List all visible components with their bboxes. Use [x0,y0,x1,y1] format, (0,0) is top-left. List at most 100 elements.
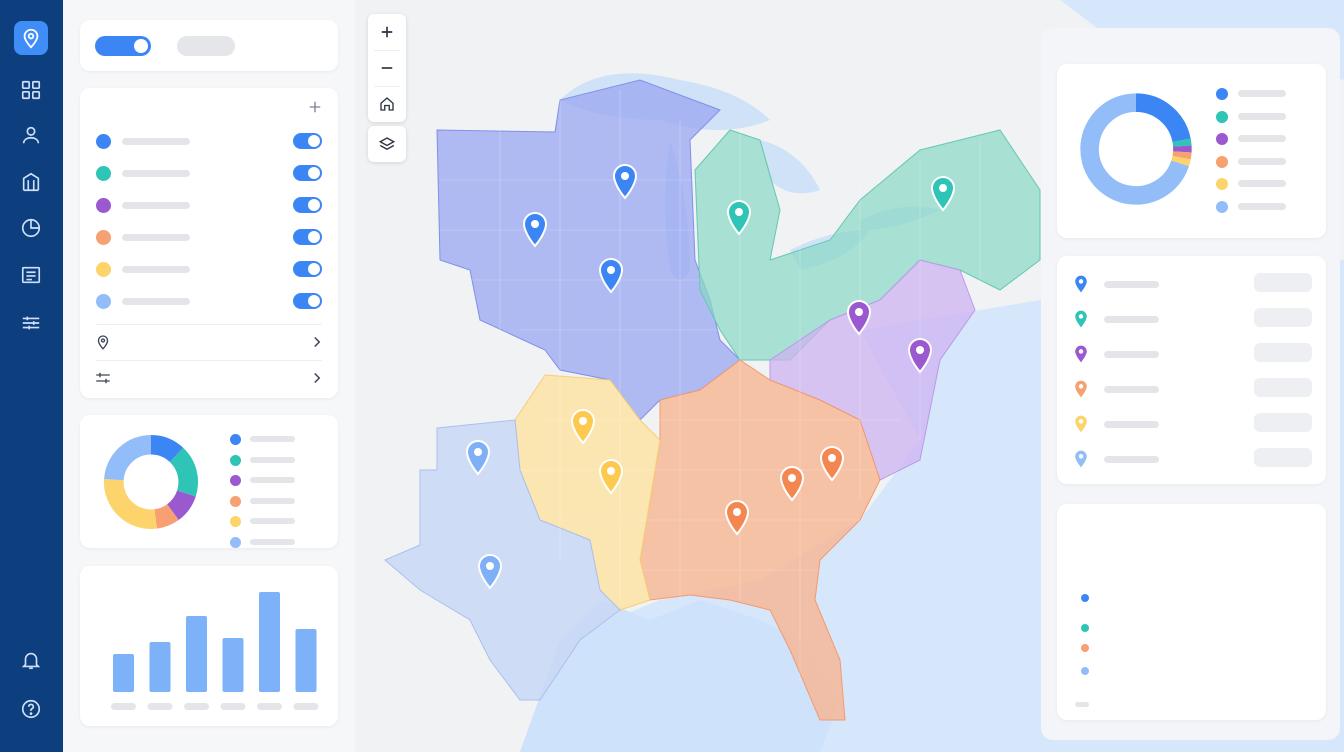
zoom-controls [368,14,406,122]
sliders-icon[interactable] [14,306,48,340]
map-pin-icon [1075,380,1087,398]
location-row[interactable] [1057,336,1326,371]
location-label [1104,386,1159,393]
bar-tick-label [147,703,173,710]
legend-color-dot [230,516,241,527]
map-pin-icon [1075,275,1087,293]
home-icon [380,97,394,111]
bell-icon[interactable] [14,643,48,677]
building-icon[interactable] [14,165,48,199]
location-label [1104,316,1159,323]
legend-color-dot [230,454,241,466]
layers-icon [378,137,396,151]
view-mode-card [80,20,338,71]
help-icon[interactable] [14,692,48,726]
layer-label [122,298,190,305]
locations-card [1057,256,1326,484]
grid-icon[interactable] [14,73,48,107]
legend-label [250,477,295,483]
legend-row [80,536,338,558]
location-value [1254,378,1312,397]
bar [149,642,171,692]
plus-icon [381,26,393,38]
legend-color-dot [230,434,241,445]
legend-row [80,433,338,455]
bar-tick-label [293,703,319,710]
legend-row [1057,155,1326,177]
location-label [1104,421,1159,428]
legend-label [1238,135,1286,142]
layers-button[interactable] [368,126,406,162]
layer-row[interactable] [80,285,338,317]
location-label [1104,456,1159,463]
map-pin-icon [1075,345,1087,363]
legend-label [1238,180,1286,187]
legend-label [1238,90,1286,97]
legend-color-dot [1081,594,1089,602]
layer-label [122,202,190,209]
layer-toggle[interactable] [293,261,322,277]
legend-color-dot [230,475,241,486]
legend-color-dot [1081,667,1089,675]
layer-color-dot [96,262,111,277]
layer-toggle[interactable] [293,133,322,149]
home-button[interactable] [368,86,406,122]
map-pin-icon[interactable] [14,21,48,55]
legend-label [1238,157,1286,165]
layer-toggle[interactable] [293,165,322,181]
legend-label [1238,202,1286,210]
legend-label [1238,112,1286,120]
donut-chart-card [80,415,338,548]
layers-card [80,88,338,398]
layer-label [122,266,190,273]
zoom-out-button[interactable] [368,50,406,86]
locations-nav-row[interactable] [80,324,338,360]
legend-label [250,497,295,504]
zoom-in-button[interactable] [368,14,406,50]
layer-row[interactable] [80,189,338,221]
user-icon[interactable] [14,118,48,152]
pie-chart-icon[interactable] [14,211,48,245]
legend-color-dot [1216,200,1228,213]
map-pin-icon [1075,415,1087,433]
bar [222,638,244,692]
view-mode-toggle[interactable] [95,36,151,56]
legend-row [1057,200,1326,222]
layer-toggle[interactable] [293,293,322,309]
view-mode-option[interactable] [177,36,235,56]
layer-label [122,170,190,177]
location-row[interactable] [1057,406,1326,441]
bar [259,592,280,692]
bar [113,654,134,692]
legend-label [250,518,295,524]
bar-chart-card [80,566,338,726]
map-pin-icon [97,335,109,350]
layer-row[interactable] [80,221,338,253]
filters-nav-row[interactable] [80,360,338,396]
layer-row[interactable] [80,253,338,285]
location-row[interactable] [1057,301,1326,336]
layer-toggle[interactable] [293,197,322,213]
layer-toggle[interactable] [293,229,322,245]
layer-row[interactable] [80,157,338,189]
add-layer-icon[interactable] [306,98,324,116]
layer-row[interactable] [80,125,338,157]
bar-tick-label [220,703,246,710]
icon-sidebar [0,0,63,752]
legend-row [80,454,338,476]
legend-color-dot [1216,133,1228,145]
layer-label [122,234,190,241]
legend-card [1057,504,1326,720]
location-row[interactable] [1057,266,1326,301]
legend-color-dot [1216,110,1228,123]
location-row[interactable] [1057,441,1326,476]
minus-icon [381,67,393,69]
legend-color-dot [1216,155,1228,168]
legend-label [250,538,295,545]
chevron-right-icon [314,372,321,384]
location-row[interactable] [1057,371,1326,406]
location-label [1104,281,1159,288]
legend-label [250,436,295,442]
layer-color-dot [96,198,111,213]
list-icon[interactable] [14,258,48,292]
